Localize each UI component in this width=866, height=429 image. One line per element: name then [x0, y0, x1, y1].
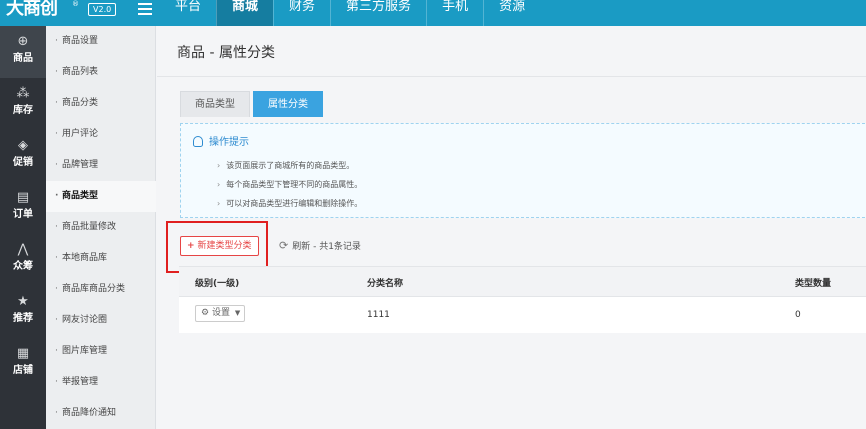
add-category-label: 新建类型分类: [197, 241, 252, 251]
sidebar-item-inventory[interactable]: ⁂ 库存: [0, 78, 46, 130]
bag-icon: ⊕: [17, 34, 29, 49]
sidebar-item-label: 商品: [13, 53, 33, 64]
subnav-item[interactable]: 本地商品库: [46, 243, 156, 274]
sidebar-item-recommend[interactable]: ★ 推荐: [0, 286, 46, 338]
chevron-down-icon: ▼: [234, 309, 241, 317]
tab-attribute-category[interactable]: 属性分类: [253, 91, 323, 117]
top-bar: 大商创 ® V2.0 平台 商城 财务 第三方服务 手机 资源: [0, 0, 866, 26]
top-nav-platform[interactable]: 平台: [160, 0, 216, 26]
table-header: 级别(一级) 分类名称 类型数量: [179, 267, 866, 297]
top-nav-third-party[interactable]: 第三方服务: [330, 0, 426, 26]
tip-item: 该页面展示了商城所有的商品类型。: [217, 160, 362, 179]
tips-panel: 操作提示 该页面展示了商城所有的商品类型。 每个商品类型下管理不同的商品属性。 …: [180, 123, 866, 218]
category-name-cell: 1111: [367, 310, 390, 320]
column-header-level: 级别(一级): [195, 279, 240, 289]
subnav-item[interactable]: 图片库管理: [46, 336, 156, 367]
tip-item: 每个商品类型下管理不同的商品属性。: [217, 179, 362, 198]
subnav-item[interactable]: 网友讨论圈: [46, 305, 156, 336]
divider: [157, 76, 866, 77]
top-nav-mall[interactable]: 商城: [216, 0, 274, 26]
top-nav-resources[interactable]: 资源: [483, 0, 540, 26]
tips-list: 该页面展示了商城所有的商品类型。 每个商品类型下管理不同的商品属性。 可以对商品…: [217, 160, 362, 217]
subnav-item[interactable]: 用户评论: [46, 119, 156, 150]
registered-mark: ®: [72, 0, 79, 8]
sidebar-item-label: 推荐: [13, 313, 33, 324]
star-icon: ★: [17, 294, 29, 309]
top-nav: 平台 商城 财务 第三方服务 手机 资源: [160, 0, 540, 26]
subnav-item[interactable]: 品牌管理: [46, 150, 156, 181]
boxes-icon: ⁂: [16, 86, 30, 101]
category-table: 级别(一级) 分类名称 类型数量 ⚙ 设置 ▼ 1111 0: [179, 266, 866, 333]
tips-heading-label: 操作提示: [209, 137, 249, 148]
tab-goods-type[interactable]: 商品类型: [180, 91, 250, 117]
settings-label: 设置: [211, 308, 230, 318]
sub-sidebar: 商品设置 商品列表 商品分类 用户评论 品牌管理 商品类型 商品批量修改 本地商…: [46, 26, 156, 429]
sidebar-item-label: 库存: [13, 105, 33, 116]
column-header-count: 类型数量: [795, 279, 832, 289]
plus-icon: +: [187, 241, 195, 251]
subnav-item[interactable]: 商品分类: [46, 88, 156, 119]
store-icon: ▦: [16, 346, 30, 361]
refresh-icon: ⟳: [279, 239, 289, 252]
subnav-item-active[interactable]: 商品类型: [46, 181, 156, 212]
settings-dropdown-button[interactable]: ⚙ 设置 ▼: [195, 305, 245, 322]
type-count-cell: 0: [795, 310, 801, 320]
tag-icon: ◈: [18, 138, 28, 153]
sidebar-item-label: 店铺: [13, 365, 33, 376]
gear-icon: ⚙: [201, 308, 210, 318]
document-icon: ▤: [16, 190, 30, 205]
sidebar-item-store[interactable]: ▦ 店铺: [0, 338, 46, 390]
icon-sidebar: ⊕ 商品 ⁂ 库存 ◈ 促销 ▤ 订单 ⋀ 众筹 ★ 推荐 ▦ 店铺: [0, 26, 46, 429]
refresh-label: 刷新 - 共1条记录: [292, 242, 361, 252]
logo[interactable]: 大商创: [6, 0, 58, 20]
crowdfund-icon: ⋀: [17, 242, 29, 257]
top-nav-finance[interactable]: 财务: [273, 0, 330, 26]
page-title: 商品 - 属性分类: [177, 45, 275, 61]
sidebar-item-label: 众筹: [13, 261, 33, 272]
top-nav-mobile[interactable]: 手机: [426, 0, 483, 26]
subnav-item[interactable]: 商品设置: [46, 26, 156, 57]
version-badge: V2.0: [88, 3, 117, 16]
sidebar-item-goods[interactable]: ⊕ 商品: [0, 26, 46, 78]
subnav-item[interactable]: 举报管理: [46, 367, 156, 398]
sidebar-item-orders[interactable]: ▤ 订单: [0, 182, 46, 234]
lightbulb-icon: [193, 136, 203, 147]
tip-item: 可以对商品类型进行编辑和删除操作。: [217, 198, 362, 217]
subnav-item[interactable]: 商品列表: [46, 57, 156, 88]
refresh-button[interactable]: ⟳ 刷新 - 共1条记录: [279, 238, 361, 255]
subnav-item[interactable]: 商品库商品分类: [46, 274, 156, 305]
subnav-item[interactable]: 商品批量修改: [46, 212, 156, 243]
main-content: 商品 - 属性分类 商品类型 属性分类 操作提示 该页面展示了商城所有的商品类型…: [157, 26, 866, 429]
sidebar-item-crowdfunding[interactable]: ⋀ 众筹: [0, 234, 46, 286]
subnav-item[interactable]: 商品降价通知: [46, 398, 156, 429]
sidebar-item-promotion[interactable]: ◈ 促销: [0, 130, 46, 182]
column-header-name: 分类名称: [367, 279, 404, 289]
menu-toggle-icon[interactable]: [138, 3, 152, 17]
tips-heading[interactable]: 操作提示: [193, 133, 249, 148]
sidebar-item-label: 促销: [13, 157, 33, 168]
tab-bar: 商品类型 属性分类: [180, 91, 326, 117]
sidebar-item-label: 订单: [13, 209, 33, 220]
add-category-button[interactable]: + 新建类型分类: [180, 236, 259, 256]
